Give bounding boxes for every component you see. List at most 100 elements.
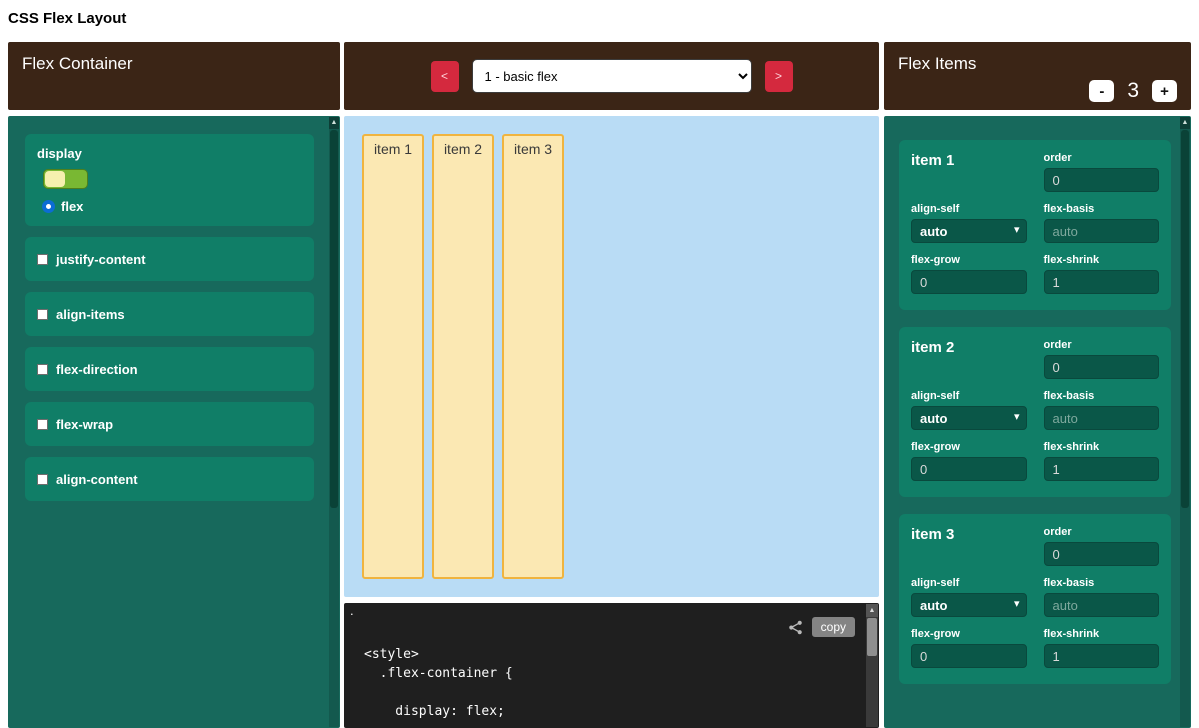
flex-basis-field: flex-basis xyxy=(1044,203,1160,243)
order-input[interactable] xyxy=(1044,542,1160,566)
item-card-1: item 1 order align-self auto ▾ xyxy=(899,140,1171,310)
flex-container-body: display flex justify-content align-items xyxy=(8,116,340,728)
item-count: 3 xyxy=(1127,79,1139,103)
align-self-field: align-self auto ▾ xyxy=(911,577,1027,617)
flex-grow-label: flex-grow xyxy=(911,628,1027,640)
checkbox-icon[interactable] xyxy=(37,419,48,430)
property-label: align-content xyxy=(56,472,138,487)
scrollbar-thumb[interactable] xyxy=(330,130,338,508)
property-card-flex-wrap[interactable]: flex-wrap xyxy=(25,402,314,446)
flex-shrink-input[interactable] xyxy=(1044,644,1160,668)
add-item-button[interactable]: + xyxy=(1152,80,1177,102)
checkbox-icon[interactable] xyxy=(37,309,48,320)
order-label: order xyxy=(1044,339,1160,351)
flex-basis-input[interactable] xyxy=(1044,219,1160,243)
item-card-3: item 3 order align-self auto ▾ xyxy=(899,514,1171,684)
flex-grow-label: flex-grow xyxy=(911,254,1027,266)
align-self-label: align-self xyxy=(911,390,1027,402)
item-card-title: item 1 xyxy=(911,152,954,169)
checkbox-icon[interactable] xyxy=(37,254,48,265)
flex-shrink-label: flex-shrink xyxy=(1044,441,1160,453)
radio-selected-icon[interactable] xyxy=(42,200,55,213)
flex-items-header: Flex Items - 3 + xyxy=(884,42,1191,110)
property-label: flex-direction xyxy=(56,362,138,377)
align-self-select[interactable]: auto xyxy=(911,593,1027,617)
display-flex-radio-row[interactable]: flex xyxy=(42,199,302,214)
toggle-knob-icon xyxy=(45,171,65,187)
align-self-field: align-self auto ▾ xyxy=(911,203,1027,243)
remove-item-button[interactable]: - xyxy=(1089,80,1114,102)
code-dot: . xyxy=(350,603,354,618)
flex-grow-field: flex-grow xyxy=(911,628,1027,668)
example-select[interactable]: 1 - basic flex xyxy=(472,59,752,93)
flex-grow-input[interactable] xyxy=(911,270,1027,294)
scroll-up-arrow-icon[interactable]: ▲ xyxy=(329,117,339,129)
align-self-label: align-self xyxy=(911,203,1027,215)
order-label: order xyxy=(1044,526,1160,538)
display-card: display flex xyxy=(25,134,314,226)
preview-panel: < 1 - basic flex > item 1 item 2 item 3 … xyxy=(344,42,879,728)
flex-shrink-input[interactable] xyxy=(1044,270,1160,294)
flex-basis-input[interactable] xyxy=(1044,593,1160,617)
item-card-title: item 2 xyxy=(911,339,954,356)
flex-grow-field: flex-grow xyxy=(911,441,1027,481)
flex-shrink-label: flex-shrink xyxy=(1044,254,1160,266)
align-self-select[interactable]: auto xyxy=(911,406,1027,430)
order-label: order xyxy=(1044,152,1160,164)
flex-basis-input[interactable] xyxy=(1044,406,1160,430)
next-example-button[interactable]: > xyxy=(765,61,793,92)
copy-button[interactable]: copy xyxy=(812,617,855,637)
order-field: order xyxy=(1044,339,1160,379)
flex-container-title: Flex Container xyxy=(22,54,133,74)
order-field: order xyxy=(1044,152,1160,192)
flex-grow-label: flex-grow xyxy=(911,441,1027,453)
item-title-cell: item 3 xyxy=(911,526,1027,566)
item-title-cell: item 2 xyxy=(911,339,1027,379)
scroll-up-arrow-icon[interactable]: ▲ xyxy=(866,604,878,617)
display-label: display xyxy=(37,146,302,161)
flex-shrink-input[interactable] xyxy=(1044,457,1160,481)
page: CSS Flex Layout Flex Container display f… xyxy=(0,0,1199,728)
left-panel-scrollbar[interactable]: ▲ xyxy=(329,117,339,727)
align-self-field: align-self auto ▾ xyxy=(911,390,1027,430)
flex-shrink-field: flex-shrink xyxy=(1044,441,1160,481)
flex-grow-input[interactable] xyxy=(911,644,1027,668)
page-title: CSS Flex Layout xyxy=(0,0,1199,33)
align-self-select[interactable]: auto xyxy=(911,219,1027,243)
flex-container-panel: Flex Container display flex justify-cont… xyxy=(8,42,340,728)
prev-example-button[interactable]: < xyxy=(431,61,459,92)
flex-shrink-field: flex-shrink xyxy=(1044,628,1160,668)
flex-basis-label: flex-basis xyxy=(1044,203,1160,215)
code-controls: copy xyxy=(788,617,855,637)
display-toggle[interactable] xyxy=(43,169,88,189)
right-panel-scrollbar[interactable]: ▲ xyxy=(1180,117,1190,727)
flex-preview-container: item 1 item 2 item 3 xyxy=(344,116,879,597)
display-flex-radio-label: flex xyxy=(61,199,83,214)
flex-grow-input[interactable] xyxy=(911,457,1027,481)
flex-preview-item: item 3 xyxy=(502,134,564,579)
order-input[interactable] xyxy=(1044,355,1160,379)
flex-container-header: Flex Container xyxy=(8,42,340,110)
scrollbar-thumb[interactable] xyxy=(867,618,877,656)
share-icon[interactable] xyxy=(788,620,803,635)
code-block: <style> .flex-container { display: flex; xyxy=(344,645,879,721)
scroll-up-arrow-icon[interactable]: ▲ xyxy=(1180,117,1190,129)
property-card-align-content[interactable]: align-content xyxy=(25,457,314,501)
flex-basis-field: flex-basis xyxy=(1044,390,1160,430)
property-label: flex-wrap xyxy=(56,417,113,432)
code-scrollbar[interactable]: ▲ xyxy=(866,604,878,727)
property-card-align-items[interactable]: align-items xyxy=(25,292,314,336)
flex-basis-label: flex-basis xyxy=(1044,390,1160,402)
code-line: <style> xyxy=(364,645,879,664)
scrollbar-thumb[interactable] xyxy=(1181,130,1189,508)
order-input[interactable] xyxy=(1044,168,1160,192)
property-card-flex-direction[interactable]: flex-direction xyxy=(25,347,314,391)
example-nav-header: < 1 - basic flex > xyxy=(344,42,879,110)
flex-items-title: Flex Items xyxy=(898,54,976,74)
property-card-justify-content[interactable]: justify-content xyxy=(25,237,314,281)
code-line xyxy=(364,683,879,702)
code-line: .flex-container { xyxy=(364,664,879,683)
flex-shrink-field: flex-shrink xyxy=(1044,254,1160,294)
checkbox-icon[interactable] xyxy=(37,474,48,485)
checkbox-icon[interactable] xyxy=(37,364,48,375)
